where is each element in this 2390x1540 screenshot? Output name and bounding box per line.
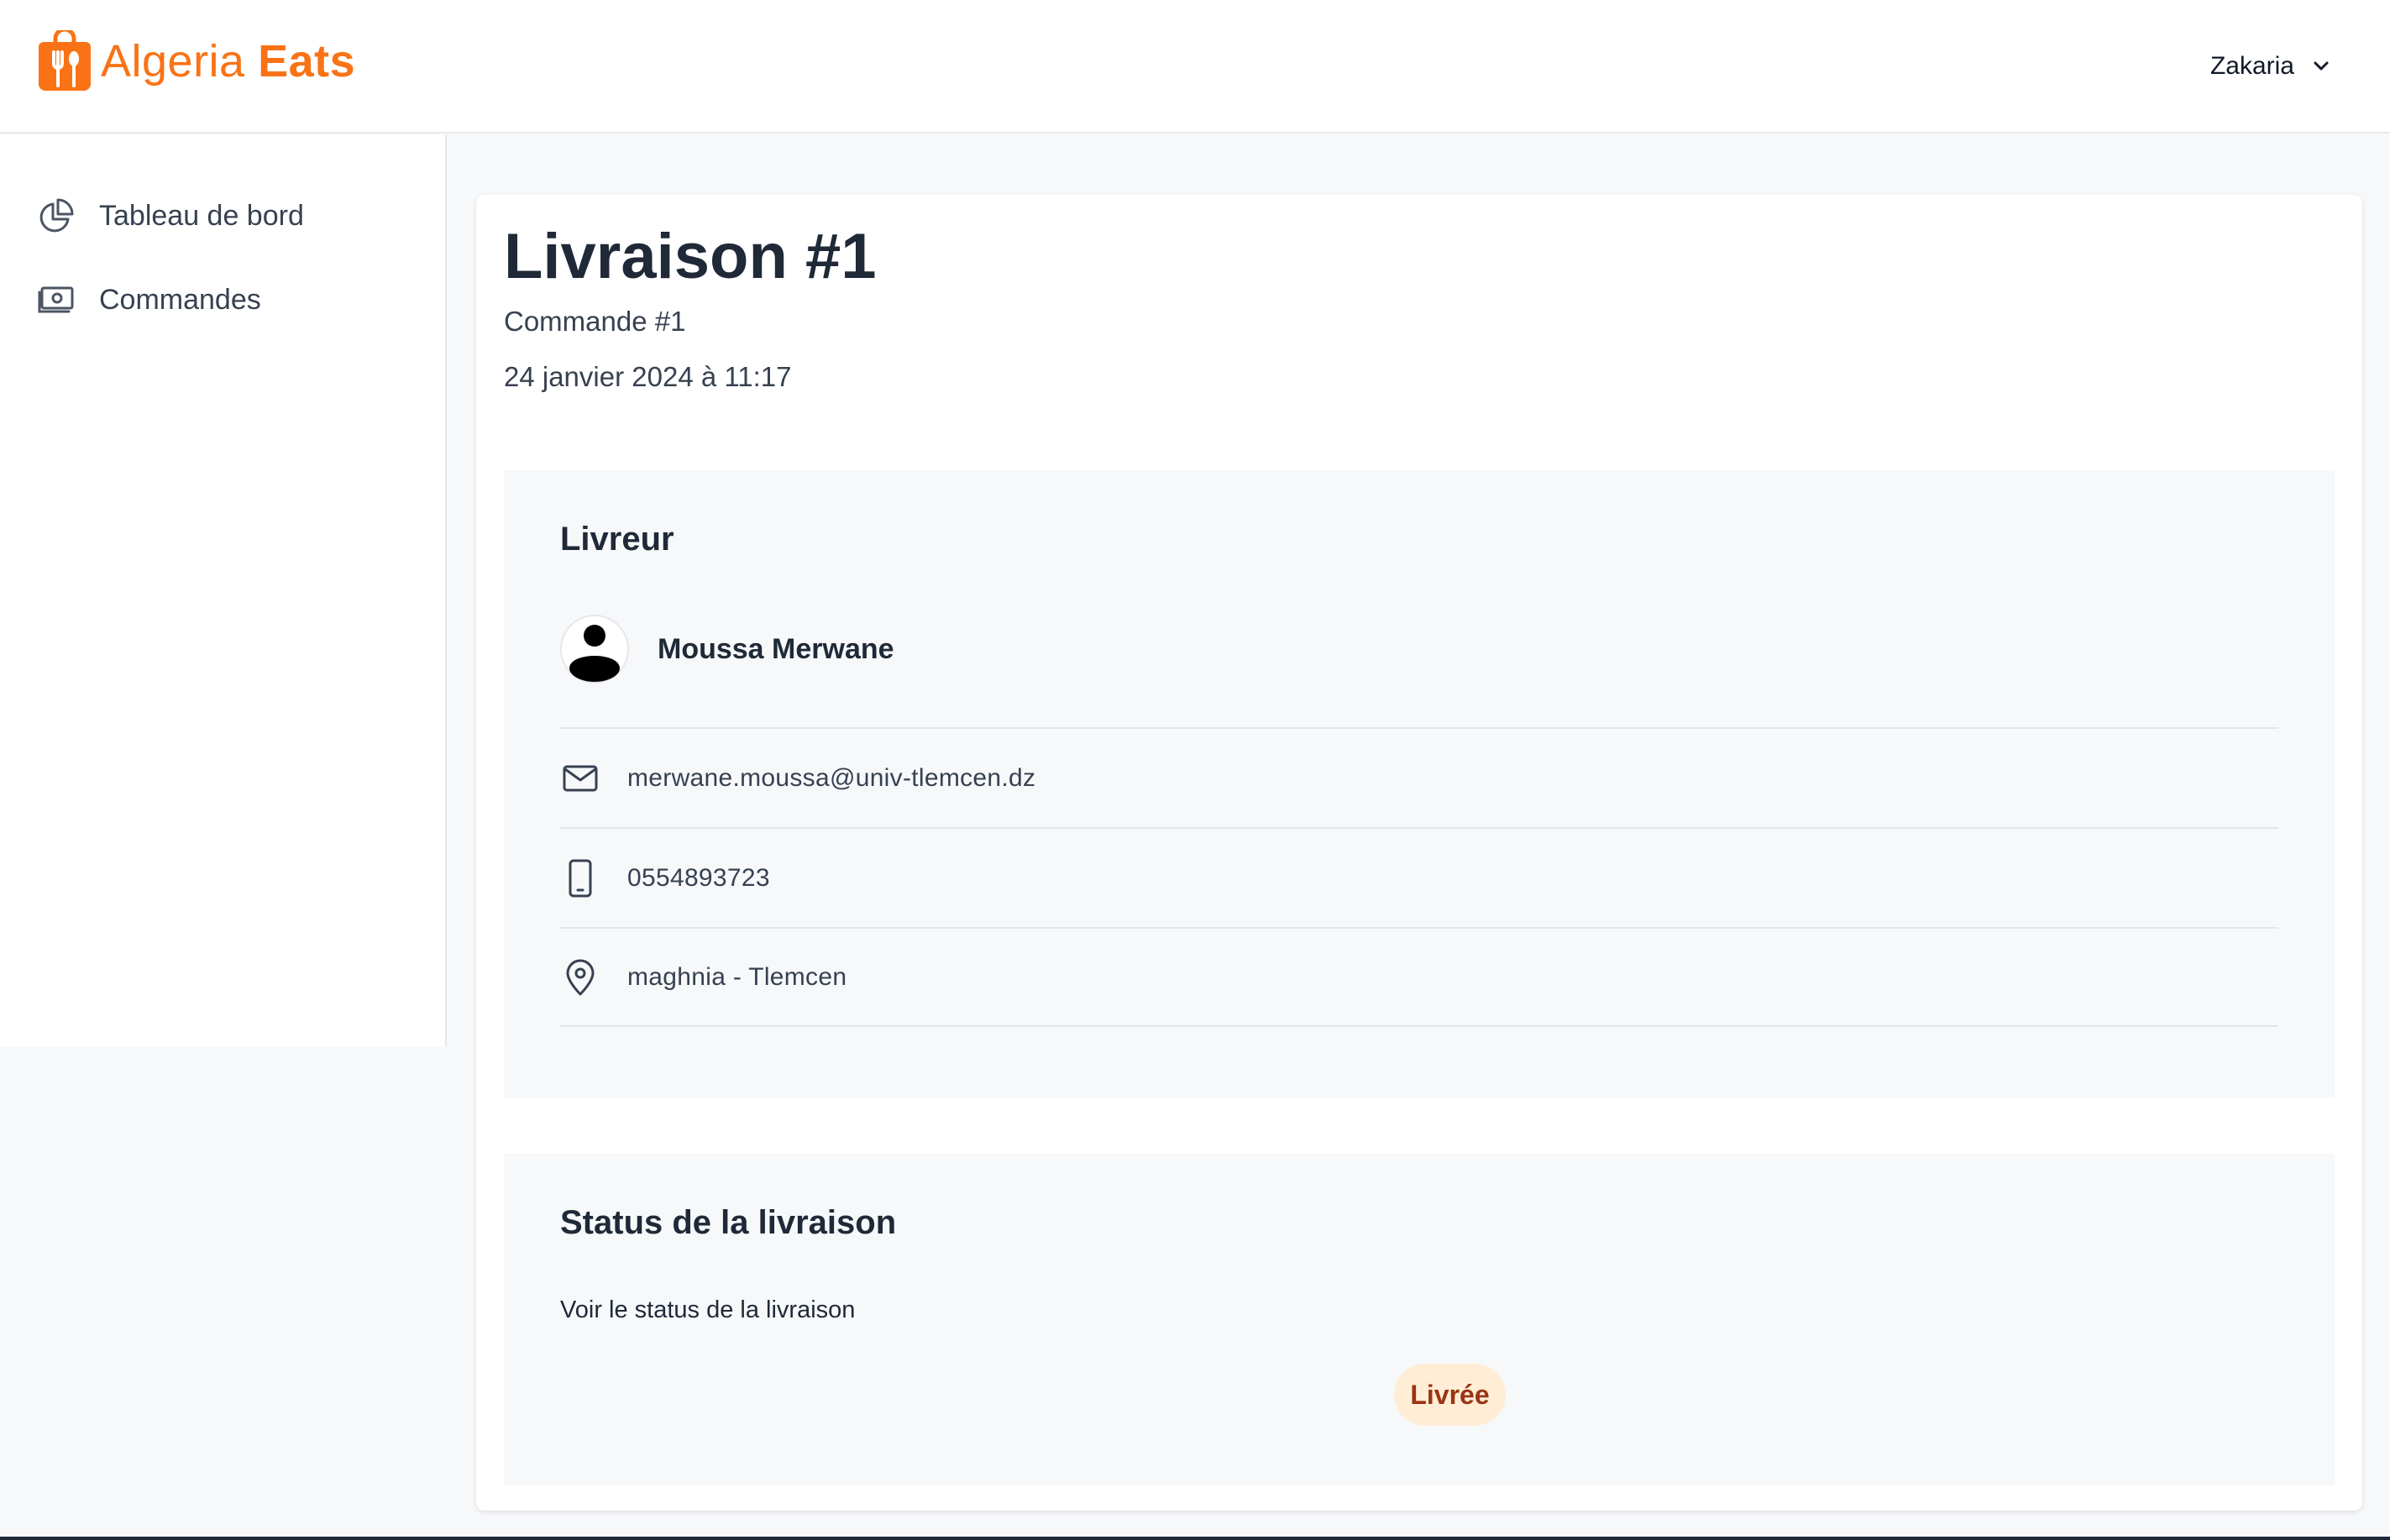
brand-name-part2: Eats [258,36,356,86]
avatar [560,615,629,684]
delivery-status-panel: Status de la livraison Voir le status de… [504,1154,2335,1485]
brand-name-part1: Algeria [101,36,259,86]
map-pin-icon [560,957,600,998]
fork-knife-bag-icon [39,30,91,91]
status-section-title: Status de la livraison [560,1204,897,1241]
user-name: Zakaria [2209,52,2294,80]
livreur-section-title: Livreur [560,521,674,558]
mail-icon [560,758,600,799]
driver-location: maghnia - Tlemcen [627,962,847,991]
driver-email-row: merwane.moussa@univ-tlemcen.dz [560,727,2278,827]
brand-logo[interactable]: Algeria Eats [37,30,355,92]
driver-name: Moussa Merwane [658,632,894,665]
status-description: Voir le status de la livraison [560,1296,856,1323]
pie-chart-icon [39,198,74,233]
mobile-phone-icon [560,858,600,898]
banknote-icon [38,286,74,313]
driver-phone-row: 0554893723 [560,827,2278,927]
driver-info: Moussa Merwane [560,615,894,684]
sidebar-item-tableau-de-bord[interactable]: Tableau de bord [37,196,304,235]
status-badge: Livrée [1394,1364,1506,1426]
delivery-datetime: 24 janvier 2024 à 11:17 [504,361,792,392]
driver-location-row: maghnia - Tlemcen [560,927,2278,1027]
sidebar-item-label: Tableau de bord [99,199,304,232]
brand-name: Algeria Eats [101,35,355,87]
delivery-detail-card: Livraison #1 Commande #1 24 janvier 2024… [476,195,2362,1511]
order-reference: Commande #1 [504,306,686,337]
page-title: Livraison #1 [504,221,877,292]
driver-phone[interactable]: 0554893723 [627,864,770,893]
driver-email[interactable]: merwane.moussa@univ-tlemcen.dz [627,764,1035,793]
livreur-panel: Livreur Moussa Merwane merwane.moussa@un… [504,470,2335,1098]
sidebar-item-commandes[interactable]: Commandes [37,280,261,319]
sidebar: Tableau de bord Commandes [0,135,447,1046]
top-header: Algeria Eats Zakaria [0,0,2390,134]
sidebar-item-label: Commandes [99,283,261,316]
user-menu[interactable]: Zakaria [2210,49,2330,84]
chevron-down-icon [2314,61,2329,71]
bottom-divider [0,1537,2390,1540]
